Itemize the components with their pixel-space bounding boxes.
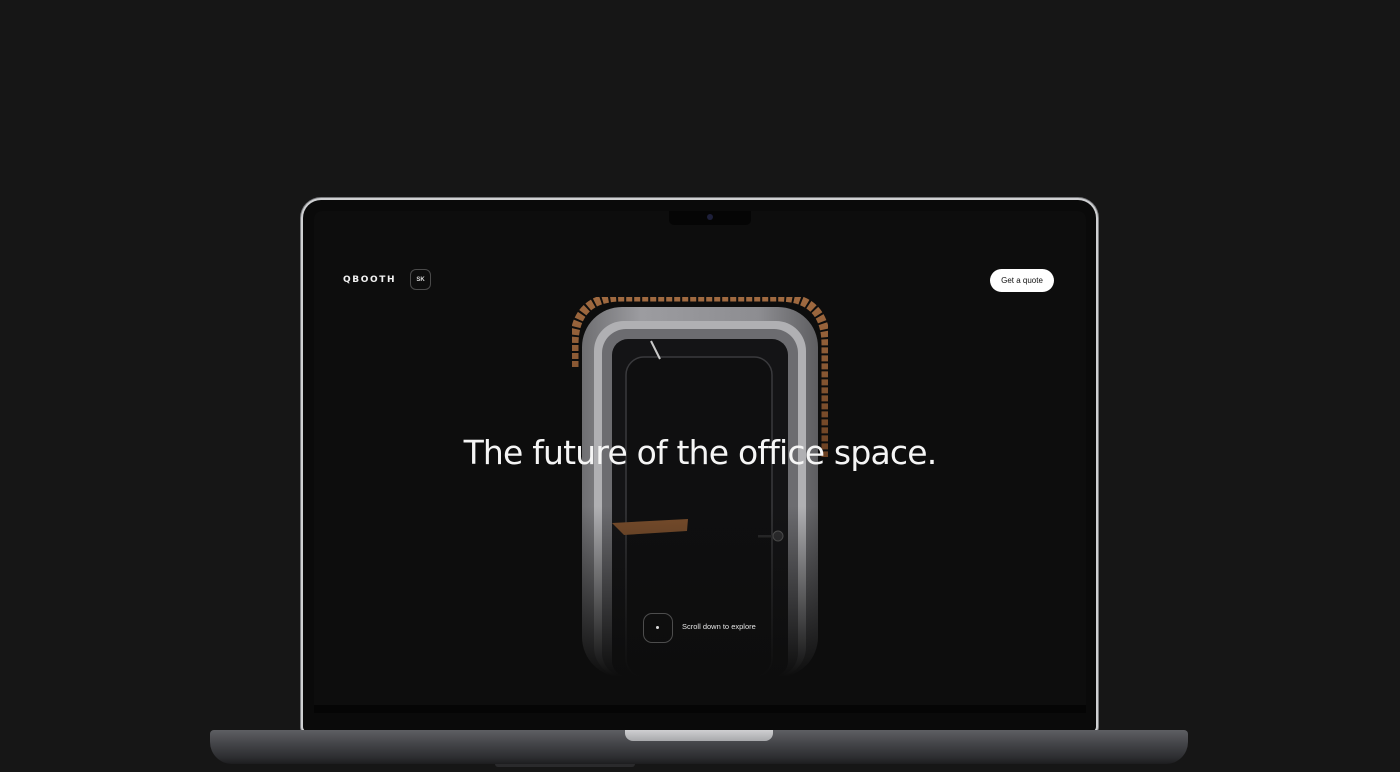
screen-notch [669,211,751,225]
scroll-indicator-icon [656,626,659,629]
scroll-down-label: Scroll down to explore [682,622,756,631]
screen-bezel-bottom [314,705,1086,713]
site-logo[interactable]: QBOOTH [343,275,396,285]
phone-booth-image [572,297,828,677]
laptop-base [210,730,1188,764]
hero-headline: The future of the office space. [463,433,938,472]
scroll-down-button[interactable] [643,613,673,643]
get-quote-button[interactable]: Get a quote [990,269,1054,292]
camera-icon [707,214,713,220]
mockup-stage: QBOOTH SK Get a quote The future of the … [0,0,1400,772]
laptop-foot [495,764,635,767]
laptop-lid: QBOOTH SK Get a quote The future of the … [303,200,1096,731]
language-switch-button[interactable]: SK [410,269,431,290]
laptop-screen: QBOOTH SK Get a quote The future of the … [314,211,1086,705]
trackpad-notch [625,730,773,741]
